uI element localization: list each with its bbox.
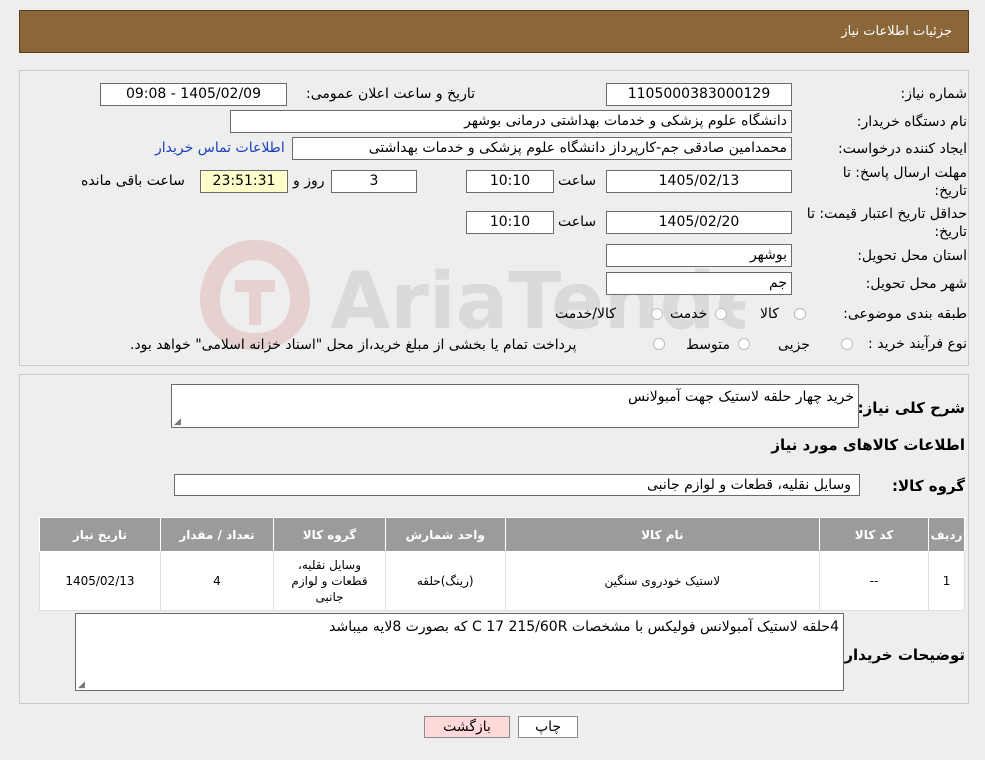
days-label: روز و <box>293 173 325 189</box>
need-number-label: شماره نیاز: <box>900 86 968 102</box>
remaining-label: ساعت باقی مانده <box>81 173 185 189</box>
requester-field: محمدامین صادقی جم-کارپرداز دانشگاه علوم … <box>292 137 792 160</box>
cell-unit: (رینگ)حلقه <box>384 551 506 611</box>
process-note: پرداخت تمام یا بخشی از مبلغ خرید،از محل … <box>130 337 577 353</box>
page-header: جزئیات اطلاعات نیاز <box>19 10 969 53</box>
category-label: طبقه بندی موضوعی: <box>843 306 967 322</box>
deadline-time-label: ساعت <box>558 173 597 189</box>
process-medium-label: متوسط <box>686 337 730 353</box>
description-label: شرح کلی نیاز: <box>857 399 965 417</box>
description-text: خرید چهار حلقه لاستیک جهت آمبولانس <box>627 389 854 405</box>
category-goods-radio[interactable] <box>794 308 806 320</box>
process-treasury-radio[interactable] <box>653 338 665 350</box>
col-code-header: کد کالا <box>819 517 930 552</box>
process-medium-radio[interactable] <box>738 338 750 350</box>
city-field: جم <box>606 272 792 295</box>
resize-handle-icon[interactable]: ◢ <box>78 680 85 690</box>
process-label: نوع فرآیند خرید : <box>868 336 967 352</box>
page-title: جزئیات اطلاعات نیاز <box>841 24 952 39</box>
deadline-time-field: 10:10 <box>466 170 554 193</box>
col-qty-header: تعداد / مقدار <box>159 517 275 552</box>
category-goods-service-radio[interactable] <box>651 308 663 320</box>
validity-time-label: ساعت <box>558 214 597 230</box>
buyer-notes-field: 4حلقه لاستیک آمبولانس فولیکس با مشخصات C… <box>75 613 844 691</box>
validity-time-field: 10:10 <box>466 211 554 234</box>
col-date-header: تاریخ نیاز <box>39 517 161 552</box>
deadline-label-2: تاریخ: <box>934 183 967 199</box>
category-service-label: خدمت <box>670 306 708 322</box>
back-button[interactable]: بازگشت <box>424 716 510 738</box>
col-unit-header: واحد شمارش <box>384 517 506 552</box>
cell-code: -- <box>819 551 930 611</box>
resize-handle-icon[interactable]: ◢ <box>174 417 181 427</box>
need-number-field: 1105000383000129 <box>606 83 792 106</box>
announce-label: تاریخ و ساعت اعلان عمومی: <box>306 86 475 102</box>
validity-label: حداقل تاریخ اعتبار قیمت: تا <box>806 206 967 222</box>
process-minor-radio[interactable] <box>841 338 853 350</box>
cell-date: 1405/02/13 <box>39 551 161 611</box>
print-button[interactable]: چاپ <box>518 716 578 738</box>
announce-field: 1405/02/09 - 09:08 <box>100 83 287 106</box>
buyer-contact-link[interactable]: اطلاعات تماس خریدار <box>155 140 285 156</box>
cell-name: لاستیک خودروی سنگین <box>504 551 821 611</box>
cell-row: 1 <box>928 551 965 611</box>
validity-label-2: تاریخ: <box>934 224 967 240</box>
requester-label: ایجاد کننده درخواست: <box>838 141 967 157</box>
deadline-label: مهلت ارسال پاسخ: تا <box>842 165 967 181</box>
col-row-header: ردیف <box>928 517 965 552</box>
goods-group-label: گروه کالا: <box>892 477 965 495</box>
description-field: خرید چهار حلقه لاستیک جهت آمبولانس ◢ <box>171 384 859 428</box>
buyer-notes-text: 4حلقه لاستیک آمبولانس فولیکس با مشخصات C… <box>329 619 839 635</box>
category-goods-service-label: کالا/خدمت <box>555 306 616 322</box>
remaining-time-field: 23:51:31 <box>200 170 288 193</box>
table-header-row: ردیف کد کالا نام کالا واحد شمارش گروه کا… <box>39 517 965 552</box>
col-name-header: نام کالا <box>504 517 821 552</box>
cell-qty: 4 <box>159 551 275 611</box>
city-label: شهر محل تحویل: <box>865 276 967 292</box>
buyer-org-label: نام دستگاه خریدار: <box>856 114 967 130</box>
buyer-org-field: دانشگاه علوم پزشکی و خدمات بهداشتی درمان… <box>230 110 792 133</box>
col-group-header: گروه کالا <box>273 517 386 552</box>
province-label: استان محل تحویل: <box>857 248 967 264</box>
category-service-radio[interactable] <box>715 308 727 320</box>
province-field: بوشهر <box>606 244 792 267</box>
process-minor-label: جزیی <box>778 337 810 353</box>
goods-group-field: وسایل نقلیه، قطعات و لوازم جانبی <box>174 474 860 496</box>
table-row: 1 -- لاستیک خودروی سنگین (رینگ)حلقه وسای… <box>39 551 965 611</box>
goods-table: ردیف کد کالا نام کالا واحد شمارش گروه کا… <box>39 517 965 611</box>
goods-info-title: اطلاعات کالاهای مورد نیاز <box>771 436 965 454</box>
buyer-notes-label: توضیحات خریدار: <box>838 646 965 664</box>
validity-date-field: 1405/02/20 <box>606 211 792 234</box>
cell-group: وسایل نقلیه، قطعات و لوازم جانبی <box>273 551 386 611</box>
days-field: 3 <box>331 170 417 193</box>
watermark-text: AriaTender.neT <box>330 257 745 347</box>
deadline-date-field: 1405/02/13 <box>606 170 792 193</box>
category-goods-label: کالا <box>760 306 779 322</box>
